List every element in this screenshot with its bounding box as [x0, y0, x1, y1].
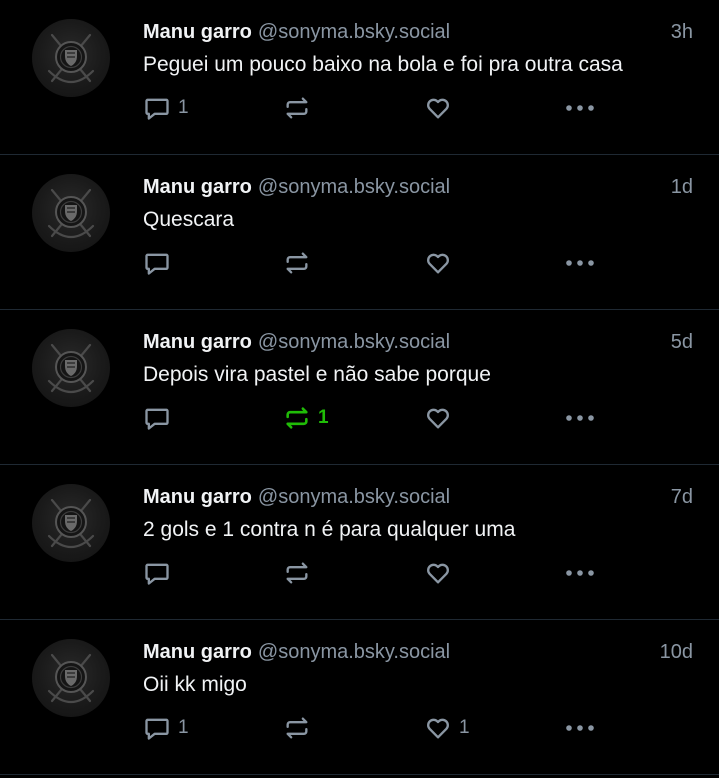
post-timestamp[interactable]: 7d	[671, 483, 693, 511]
post-text: Depois vira pastel e não sabe porque	[143, 363, 491, 386]
post-text: 2 gols e 1 contra n é para qualquer uma	[143, 518, 516, 541]
reply-button[interactable]	[143, 403, 178, 433]
author-name[interactable]: Manu garro	[143, 641, 252, 663]
club-crest-icon	[47, 33, 95, 84]
ellipsis-icon	[566, 570, 594, 576]
post-header: Manu garro @sonyma.bsky.social 5d	[143, 328, 693, 356]
like-button[interactable]: 1	[424, 713, 470, 743]
heart-icon	[427, 408, 449, 429]
author-handle[interactable]: @sonyma.bsky.social	[258, 641, 450, 663]
repost-arrows-icon	[286, 717, 308, 739]
like-count: 1	[459, 717, 470, 738]
avatar[interactable]	[32, 329, 110, 407]
repost-button[interactable]	[283, 713, 318, 743]
repost-button[interactable]	[283, 558, 318, 588]
chat-bubble-icon	[145, 253, 169, 275]
reply-count: 1	[178, 717, 189, 738]
like-button[interactable]	[424, 248, 459, 278]
ellipsis-icon	[566, 105, 594, 111]
author-handle[interactable]: @sonyma.bsky.social	[258, 176, 450, 198]
author-handle[interactable]: @sonyma.bsky.social	[258, 486, 450, 508]
author-handle[interactable]: @sonyma.bsky.social	[258, 331, 450, 353]
post[interactable]: Manu garro @sonyma.bsky.social 7d 2 gols …	[0, 465, 719, 620]
chat-bubble-icon	[145, 408, 169, 430]
heart-icon	[427, 253, 449, 274]
post-header: Manu garro @sonyma.bsky.social 1d	[143, 173, 693, 201]
ellipsis-icon	[566, 725, 594, 731]
reply-button[interactable]	[143, 558, 178, 588]
chat-bubble-icon	[145, 98, 169, 120]
repost-button[interactable]	[283, 248, 318, 278]
post-actions	[143, 558, 613, 588]
avatar[interactable]	[32, 639, 110, 717]
club-crest-icon	[47, 343, 95, 394]
repost-arrows-icon	[286, 252, 308, 274]
post-header: Manu garro @sonyma.bsky.social 10d	[143, 638, 693, 666]
post[interactable]: Manu garro @sonyma.bsky.social 3h Peguei …	[0, 0, 719, 155]
post-text: Oii kk migo	[143, 673, 247, 696]
like-button[interactable]	[424, 93, 459, 123]
avatar[interactable]	[32, 484, 110, 562]
post-actions: 1 1	[143, 713, 613, 743]
repost-button[interactable]	[283, 93, 318, 123]
more-options-button[interactable]	[563, 558, 597, 588]
post-text: Quescara	[143, 208, 235, 231]
reply-button[interactable]: 1	[143, 713, 189, 743]
post-timestamp[interactable]: 5d	[671, 328, 693, 356]
reply-count: 1	[178, 97, 189, 118]
like-button[interactable]	[424, 558, 459, 588]
chat-bubble-icon	[145, 718, 169, 740]
heart-icon	[427, 718, 449, 739]
repost-count: 1	[318, 407, 329, 428]
post-timestamp[interactable]: 1d	[671, 173, 693, 201]
post-text: Peguei um pouco baixo na bola e foi pra …	[143, 53, 623, 76]
post[interactable]: Manu garro @sonyma.bsky.social 5d Depois …	[0, 310, 719, 465]
author-name[interactable]: Manu garro	[143, 21, 252, 43]
avatar[interactable]	[32, 174, 110, 252]
chat-bubble-icon	[145, 563, 169, 585]
post-actions: 1	[143, 403, 613, 433]
avatar[interactable]	[32, 19, 110, 97]
post[interactable]: Manu garro @sonyma.bsky.social 10d Oii kk…	[0, 620, 719, 775]
post-feed: Manu garro @sonyma.bsky.social 3h Peguei …	[0, 0, 719, 775]
more-options-button[interactable]	[563, 93, 597, 123]
repost-arrows-icon	[286, 407, 308, 429]
post-actions: 1	[143, 93, 613, 123]
reply-button[interactable]	[143, 248, 178, 278]
post-header: Manu garro @sonyma.bsky.social 7d	[143, 483, 693, 511]
author-name[interactable]: Manu garro	[143, 331, 252, 353]
author-name[interactable]: Manu garro	[143, 176, 252, 198]
repost-arrows-icon	[286, 562, 308, 584]
repost-button[interactable]: 1	[283, 403, 329, 433]
reply-button[interactable]: 1	[143, 93, 189, 123]
post-header: Manu garro @sonyma.bsky.social 3h	[143, 18, 693, 46]
ellipsis-icon	[566, 415, 594, 421]
author-handle[interactable]: @sonyma.bsky.social	[258, 21, 450, 43]
post-timestamp[interactable]: 10d	[660, 638, 693, 666]
post[interactable]: Manu garro @sonyma.bsky.social 1d Quescar…	[0, 155, 719, 310]
club-crest-icon	[47, 188, 95, 239]
club-crest-icon	[47, 498, 95, 549]
post-actions	[143, 248, 613, 278]
heart-icon	[427, 563, 449, 584]
club-crest-icon	[47, 653, 95, 704]
repost-arrows-icon	[286, 97, 308, 119]
more-options-button[interactable]	[563, 713, 597, 743]
more-options-button[interactable]	[563, 248, 597, 278]
ellipsis-icon	[566, 260, 594, 266]
more-options-button[interactable]	[563, 403, 597, 433]
post-timestamp[interactable]: 3h	[671, 18, 693, 46]
heart-icon	[427, 98, 449, 119]
like-button[interactable]	[424, 403, 459, 433]
author-name[interactable]: Manu garro	[143, 486, 252, 508]
